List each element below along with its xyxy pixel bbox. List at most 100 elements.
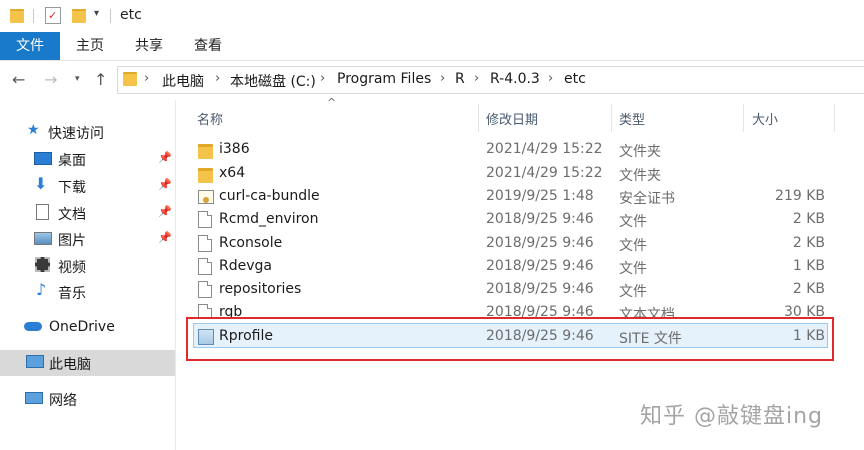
nav-label: 下载: [58, 180, 86, 196]
file-size: 30 KB: [783, 304, 825, 317]
network-icon: [25, 392, 43, 404]
nav-label: 网络: [49, 393, 77, 409]
file-name: Rcmd_environ: [219, 211, 319, 227]
nav-label: 文档: [58, 207, 86, 223]
pin-icon[interactable]: 📌: [158, 178, 172, 191]
breadcrumb-etc[interactable]: etc: [564, 71, 586, 87]
file-size: 2 KB: [792, 235, 825, 251]
recent-locations-icon[interactable]: ▾: [75, 74, 80, 84]
customize-toolbar-icon[interactable]: ▾: [94, 8, 99, 19]
chevron-right-icon[interactable]: ›: [548, 71, 553, 86]
nav-label: 此电脑: [49, 357, 91, 373]
pin-icon[interactable]: 📌: [158, 205, 172, 218]
picture-icon: [34, 232, 52, 245]
folder-icon: [198, 168, 213, 183]
nav-onedrive[interactable]: OneDrive: [0, 315, 175, 341]
nav-label: 快速访问: [48, 126, 104, 142]
computer-icon: [26, 355, 44, 368]
annotation-highlight-box: [186, 317, 834, 361]
file-icon: [198, 281, 212, 298]
new-folder-icon[interactable]: [72, 9, 86, 23]
pin-icon[interactable]: 📌: [158, 151, 172, 164]
tab-share[interactable]: 共享: [135, 32, 163, 60]
chevron-right-icon[interactable]: ›: [440, 71, 445, 86]
nav-documents[interactable]: 文档 📌: [0, 200, 175, 226]
nav-quick-access[interactable]: ★ 快速访问: [0, 119, 175, 145]
file-row[interactable]: Rcmd_environ 2018/9/25 9:46 文件 2 KB: [190, 208, 835, 231]
nav-label: 图片: [58, 233, 86, 249]
breadcrumb-r-version[interactable]: R-4.0.3: [490, 71, 540, 87]
file-type: 文件: [619, 238, 647, 254]
file-type: 文件: [619, 261, 647, 277]
column-header-modified[interactable]: 修改日期: [486, 109, 538, 128]
file-row[interactable]: repositories 2018/9/25 9:46 文件 2 KB: [190, 278, 835, 301]
pin-icon[interactable]: 📌: [158, 231, 172, 244]
file-name: curl-ca-bundle: [219, 188, 320, 204]
folder-icon: [10, 9, 24, 23]
watermark: 知乎 @敲键盘ing: [640, 404, 824, 429]
file-row[interactable]: curl-ca-bundle 2019/9/25 1:48 安全证书 219 K…: [190, 185, 835, 208]
file-name: i386: [219, 141, 250, 157]
chevron-right-icon[interactable]: ›: [320, 71, 325, 86]
column-header-size[interactable]: 大小: [752, 109, 778, 128]
nav-music[interactable]: ♪ 音乐: [0, 279, 175, 305]
forward-icon[interactable]: →: [44, 70, 57, 89]
pane-divider[interactable]: [175, 100, 176, 450]
nav-this-pc[interactable]: 此电脑: [0, 350, 175, 376]
file-size: 2 KB: [792, 281, 825, 297]
file-type: 文件夹: [619, 168, 661, 184]
file-name: x64: [219, 165, 246, 181]
properties-icon[interactable]: ✓: [45, 7, 61, 24]
up-icon[interactable]: ↑: [94, 70, 107, 89]
video-icon: [35, 257, 50, 272]
file-modified: 2019/9/25 1:48: [486, 188, 594, 204]
file-size: 219 KB: [775, 188, 825, 204]
certificate-icon: [198, 190, 214, 204]
chevron-right-icon[interactable]: ›: [144, 71, 149, 86]
back-icon[interactable]: ←: [12, 70, 25, 89]
nav-network[interactable]: 网络: [0, 386, 175, 412]
chevron-right-icon[interactable]: ›: [474, 71, 479, 86]
file-type: 文件: [619, 284, 647, 300]
address-folder-icon: [123, 72, 137, 86]
tab-file[interactable]: 文件: [0, 32, 60, 60]
nav-label: 音乐: [58, 286, 86, 302]
column-header-name[interactable]: 名称: [197, 109, 223, 128]
file-type: 安全证书: [619, 191, 675, 207]
file-size: 1 KB: [792, 258, 825, 274]
file-name: Rdevga: [219, 258, 272, 274]
toolbar-divider: [110, 9, 111, 23]
nav-downloads[interactable]: ⬇ 下载 📌: [0, 173, 175, 199]
column-divider[interactable]: [834, 104, 835, 132]
nav-desktop[interactable]: 桌面 📌: [0, 146, 175, 172]
toolbar-divider: [33, 9, 34, 23]
star-icon: ★: [27, 122, 40, 138]
text-file-icon: [198, 304, 212, 317]
file-row[interactable]: Rconsole 2018/9/25 9:46 文件 2 KB: [190, 232, 835, 255]
breadcrumb-thispc[interactable]: 此电脑: [162, 71, 204, 91]
file-name: rgb: [219, 304, 243, 317]
breadcrumb-local-disk[interactable]: 本地磁盘 (C:): [230, 71, 316, 91]
column-header-type[interactable]: 类型: [619, 109, 645, 128]
file-modified: 2021/4/29 15:22: [486, 165, 603, 181]
nav-pictures[interactable]: 图片 📌: [0, 226, 175, 252]
nav-videos[interactable]: 视频: [0, 253, 175, 279]
sort-ascending-icon: ^: [327, 96, 337, 109]
file-icon: [198, 258, 212, 275]
file-row[interactable]: rgb 2018/9/25 9:46 文本文档 30 KB: [190, 301, 835, 317]
column-divider[interactable]: [478, 104, 479, 132]
file-row[interactable]: i386 2021/4/29 15:22 文件夹: [190, 138, 835, 161]
breadcrumb-program-files[interactable]: Program Files: [337, 71, 431, 87]
nav-label: OneDrive: [49, 319, 115, 335]
file-row[interactable]: Rdevga 2018/9/25 9:46 文件 1 KB: [190, 255, 835, 278]
file-name: repositories: [219, 281, 302, 297]
chevron-right-icon[interactable]: ›: [215, 71, 220, 86]
cloud-icon: [24, 322, 42, 331]
file-row[interactable]: x64 2021/4/29 15:22 文件夹: [190, 162, 835, 185]
tab-view[interactable]: 查看: [194, 32, 222, 60]
tab-home[interactable]: 主页: [76, 32, 104, 60]
breadcrumb-r[interactable]: R: [455, 71, 465, 87]
column-divider[interactable]: [743, 104, 744, 132]
file-icon: [198, 211, 212, 228]
column-divider[interactable]: [611, 104, 612, 132]
